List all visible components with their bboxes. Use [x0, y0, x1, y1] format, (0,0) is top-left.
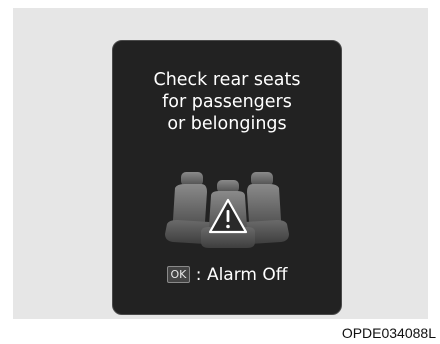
rear-seats-warning-icon [165, 172, 289, 248]
message-line-3: or belongings [167, 114, 287, 134]
ok-button-icon: OK [166, 266, 191, 283]
alarm-off-label: Alarm Off [206, 265, 288, 285]
cluster-display: Check rear seats for passengers or belon… [112, 40, 342, 315]
message-line-2: for passengers [162, 92, 292, 112]
illustration-page: Check rear seats for passengers or belon… [0, 0, 440, 344]
message-line-1: Check rear seats [153, 70, 301, 90]
warning-message: Check rear seats for passengers or belon… [113, 69, 341, 135]
alarm-off-hint: OK : Alarm Off [113, 264, 341, 286]
separator: : [195, 265, 202, 285]
figure-code: OPDE034088L [341, 325, 436, 341]
